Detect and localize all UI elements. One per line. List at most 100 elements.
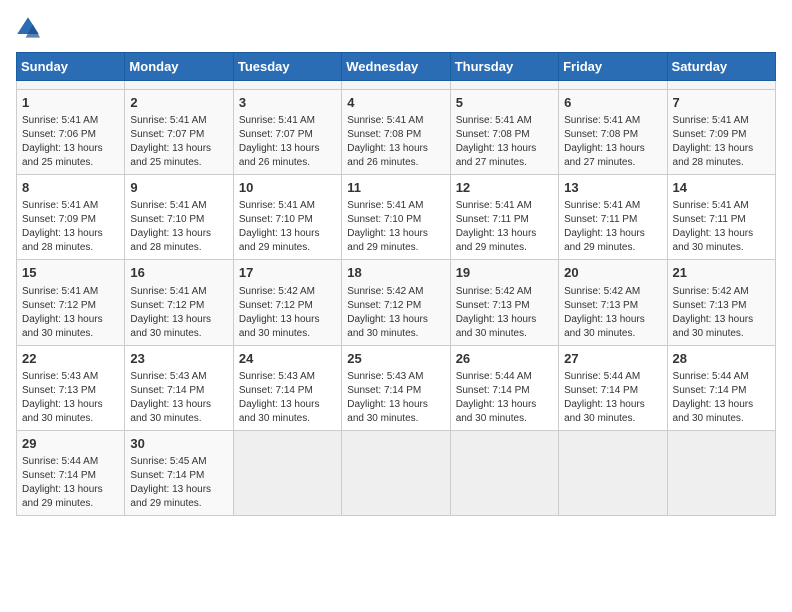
day-info: Sunrise: 5:41 AMSunset: 7:12 PMDaylight:…: [130, 285, 227, 341]
day-info: Sunrise: 5:42 AMSunset: 7:12 PMDaylight:…: [239, 285, 336, 341]
day-info: Sunrise: 5:44 AMSunset: 7:14 PMDaylight:…: [564, 370, 661, 426]
header-day-thursday: Thursday: [450, 53, 558, 81]
day-number: 16: [130, 264, 227, 282]
calendar-cell: 25 Sunrise: 5:43 AMSunset: 7:14 PMDayligh…: [342, 345, 450, 430]
day-number: 18: [347, 264, 444, 282]
day-info: Sunrise: 5:41 AMSunset: 7:06 PMDaylight:…: [22, 114, 119, 170]
calendar-week-row: 29Sunrise: 5:44 AMSunset: 7:14 PMDayligh…: [17, 430, 776, 515]
calendar-cell: 4 Sunrise: 5:41 AMSunset: 7:08 PMDaylight…: [342, 90, 450, 175]
calendar-week-row: 15 Sunrise: 5:41 AMSunset: 7:12 PMDayligh…: [17, 260, 776, 345]
day-info: Sunrise: 5:43 AMSunset: 7:13 PMDaylight:…: [22, 370, 119, 426]
day-info: Sunrise: 5:42 AMSunset: 7:13 PMDaylight:…: [564, 285, 661, 341]
calendar-cell: 26 Sunrise: 5:44 AMSunset: 7:14 PMDayligh…: [450, 345, 558, 430]
calendar-cell: [233, 430, 341, 515]
day-number: 26: [456, 350, 553, 368]
calendar-cell: 24Sunrise: 5:43 AMSunset: 7:14 PMDayligh…: [233, 345, 341, 430]
day-info: Sunrise: 5:44 AMSunset: 7:14 PMDaylight:…: [673, 370, 770, 426]
calendar-week-row: 22 Sunrise: 5:43 AMSunset: 7:13 PMDayligh…: [17, 345, 776, 430]
calendar-cell: [559, 81, 667, 90]
calendar-table: SundayMondayTuesdayWednesdayThursdayFrid…: [16, 52, 776, 516]
day-number: 7: [673, 94, 770, 112]
day-info: Sunrise: 5:41 AMSunset: 7:08 PMDaylight:…: [347, 114, 444, 170]
day-info: Sunrise: 5:41 AMSunset: 7:10 PMDaylight:…: [130, 199, 227, 255]
calendar-cell: 22 Sunrise: 5:43 AMSunset: 7:13 PMDayligh…: [17, 345, 125, 430]
calendar-week-row: 1 Sunrise: 5:41 AMSunset: 7:06 PMDaylight…: [17, 90, 776, 175]
calendar-cell: [17, 81, 125, 90]
day-info: Sunrise: 5:41 AMSunset: 7:07 PMDaylight:…: [239, 114, 336, 170]
day-number: 8: [22, 179, 119, 197]
day-info: Sunrise: 5:41 AMSunset: 7:08 PMDaylight:…: [456, 114, 553, 170]
header-day-monday: Monday: [125, 53, 233, 81]
calendar-cell: 17 Sunrise: 5:42 AMSunset: 7:12 PMDayligh…: [233, 260, 341, 345]
day-number: 14: [673, 179, 770, 197]
header-day-saturday: Saturday: [667, 53, 775, 81]
day-info: Sunrise: 5:41 AMSunset: 7:10 PMDaylight:…: [347, 199, 444, 255]
day-number: 4: [347, 94, 444, 112]
calendar-cell: 28Sunrise: 5:44 AMSunset: 7:14 PMDayligh…: [667, 345, 775, 430]
day-number: 6: [564, 94, 661, 112]
day-number: 15: [22, 264, 119, 282]
day-info: Sunrise: 5:42 AMSunset: 7:13 PMDaylight:…: [673, 285, 770, 341]
calendar-cell: 23 Sunrise: 5:43 AMSunset: 7:14 PMDayligh…: [125, 345, 233, 430]
calendar-cell: 2Sunrise: 5:41 AMSunset: 7:07 PMDaylight…: [125, 90, 233, 175]
calendar-cell: 16 Sunrise: 5:41 AMSunset: 7:12 PMDayligh…: [125, 260, 233, 345]
day-info: Sunrise: 5:43 AMSunset: 7:14 PMDaylight:…: [130, 370, 227, 426]
day-number: 3: [239, 94, 336, 112]
day-number: 13: [564, 179, 661, 197]
calendar-cell: [342, 430, 450, 515]
day-number: 9: [130, 179, 227, 197]
header-day-wednesday: Wednesday: [342, 53, 450, 81]
header: [16, 16, 776, 40]
day-number: 21: [673, 264, 770, 282]
day-info: Sunrise: 5:41 AMSunset: 7:09 PMDaylight:…: [673, 114, 770, 170]
calendar-cell: 5 Sunrise: 5:41 AMSunset: 7:08 PMDaylight…: [450, 90, 558, 175]
calendar-cell: [125, 81, 233, 90]
day-info: Sunrise: 5:41 AMSunset: 7:07 PMDaylight:…: [130, 114, 227, 170]
day-info: Sunrise: 5:43 AMSunset: 7:14 PMDaylight:…: [347, 370, 444, 426]
day-number: 22: [22, 350, 119, 368]
day-info: Sunrise: 5:44 AMSunset: 7:14 PMDaylight:…: [22, 455, 119, 511]
calendar-cell: 29Sunrise: 5:44 AMSunset: 7:14 PMDayligh…: [17, 430, 125, 515]
calendar-cell: 9 Sunrise: 5:41 AMSunset: 7:10 PMDaylight…: [125, 175, 233, 260]
calendar-week-row: 8 Sunrise: 5:41 AMSunset: 7:09 PMDaylight…: [17, 175, 776, 260]
logo-icon: [16, 16, 40, 40]
calendar-cell: [233, 81, 341, 90]
day-number: 23: [130, 350, 227, 368]
calendar-cell: 7 Sunrise: 5:41 AMSunset: 7:09 PMDaylight…: [667, 90, 775, 175]
calendar-cell: 11 Sunrise: 5:41 AMSunset: 7:10 PMDayligh…: [342, 175, 450, 260]
day-number: 5: [456, 94, 553, 112]
calendar-cell: 8 Sunrise: 5:41 AMSunset: 7:09 PMDaylight…: [17, 175, 125, 260]
calendar-cell: [667, 81, 775, 90]
calendar-cell: [450, 430, 558, 515]
day-number: 12: [456, 179, 553, 197]
calendar-cell: 14 Sunrise: 5:41 AMSunset: 7:11 PMDayligh…: [667, 175, 775, 260]
day-number: 30: [130, 435, 227, 453]
day-info: Sunrise: 5:41 AMSunset: 7:08 PMDaylight:…: [564, 114, 661, 170]
calendar-cell: 20Sunrise: 5:42 AMSunset: 7:13 PMDayligh…: [559, 260, 667, 345]
header-day-friday: Friday: [559, 53, 667, 81]
day-number: 25: [347, 350, 444, 368]
day-info: Sunrise: 5:45 AMSunset: 7:14 PMDaylight:…: [130, 455, 227, 511]
day-number: 11: [347, 179, 444, 197]
day-info: Sunrise: 5:44 AMSunset: 7:14 PMDaylight:…: [456, 370, 553, 426]
calendar-cell: 18 Sunrise: 5:42 AMSunset: 7:12 PMDayligh…: [342, 260, 450, 345]
calendar-cell: 6 Sunrise: 5:41 AMSunset: 7:08 PMDaylight…: [559, 90, 667, 175]
calendar-header-row: SundayMondayTuesdayWednesdayThursdayFrid…: [17, 53, 776, 81]
calendar-cell: 30 Sunrise: 5:45 AMSunset: 7:14 PMDayligh…: [125, 430, 233, 515]
day-info: Sunrise: 5:41 AMSunset: 7:11 PMDaylight:…: [673, 199, 770, 255]
calendar-cell: 21 Sunrise: 5:42 AMSunset: 7:13 PMDayligh…: [667, 260, 775, 345]
header-day-sunday: Sunday: [17, 53, 125, 81]
day-number: 1: [22, 94, 119, 112]
calendar-cell: 27Sunrise: 5:44 AMSunset: 7:14 PMDayligh…: [559, 345, 667, 430]
day-info: Sunrise: 5:41 AMSunset: 7:09 PMDaylight:…: [22, 199, 119, 255]
calendar-cell: [342, 81, 450, 90]
day-info: Sunrise: 5:42 AMSunset: 7:12 PMDaylight:…: [347, 285, 444, 341]
day-info: Sunrise: 5:41 AMSunset: 7:11 PMDaylight:…: [564, 199, 661, 255]
day-number: 10: [239, 179, 336, 197]
day-number: 17: [239, 264, 336, 282]
day-info: Sunrise: 5:41 AMSunset: 7:12 PMDaylight:…: [22, 285, 119, 341]
day-info: Sunrise: 5:43 AMSunset: 7:14 PMDaylight:…: [239, 370, 336, 426]
calendar-cell: [559, 430, 667, 515]
header-day-tuesday: Tuesday: [233, 53, 341, 81]
calendar-cell: 13 Sunrise: 5:41 AMSunset: 7:11 PMDayligh…: [559, 175, 667, 260]
